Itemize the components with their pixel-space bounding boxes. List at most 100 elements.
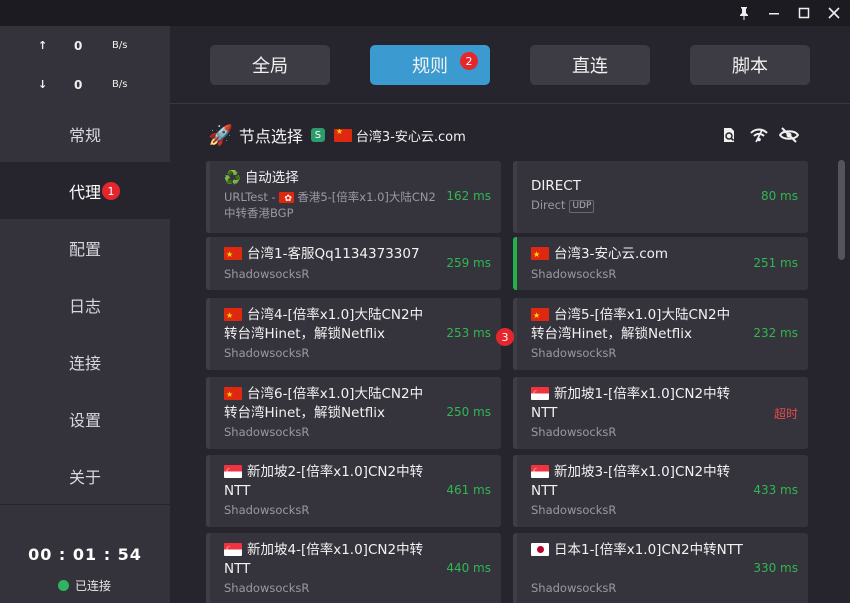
mode-direct-button[interactable]: 直连 [530, 45, 650, 85]
proxy-type: ShadowsocksR [531, 581, 617, 595]
proxy-latency[interactable]: 461 ms [446, 483, 491, 497]
proxy-latency[interactable]: 232 ms [753, 326, 798, 340]
proxy-type: ShadowsocksR [224, 346, 310, 360]
mode-script-button[interactable]: 脚本 [690, 45, 810, 85]
proxy-type: ShadowsocksR [224, 581, 310, 595]
proxy-type: ShadowsocksR [531, 346, 617, 360]
singapore-flag-icon [531, 386, 549, 400]
sidebar-item-label: 配置 [68, 239, 101, 259]
proxy-name-row: 新加坡1-[倍率x1.0]CN2中转NTT [531, 385, 743, 423]
maximize-icon[interactable] [789, 0, 819, 26]
wifi-icon[interactable] [748, 124, 770, 146]
proxy-card[interactable]: 新加坡2-[倍率x1.0]CN2中转NTT ShadowsocksR 461 m… [206, 455, 501, 527]
download-value: 0 [74, 78, 83, 92]
proxy-card[interactable]: 台湾1-客服Qq1134373307 ShadowsocksR 259 ms [206, 237, 501, 290]
proxy-name-row: 新加坡2-[倍率x1.0]CN2中转NTT [224, 463, 436, 501]
proxy-name: 日本1-[倍率x1.0]CN2中转NTT [554, 542, 743, 558]
sidebar-nav: 常规 代理 1 配置 日志 连接 设置 关于 [0, 105, 170, 504]
hide-icon[interactable] [778, 124, 800, 146]
sidebar-item-proxies[interactable]: 代理 1 [0, 162, 170, 219]
proxy-name: 台湾6-[倍率x1.0]大陆CN2中转台湾Hinet，解锁Netflix [224, 386, 424, 421]
proxy-latency[interactable]: 253 ms [446, 326, 491, 340]
proxy-type: ShadowsocksR [531, 425, 617, 439]
mode-rule-button[interactable]: 规则 2 [370, 45, 490, 85]
notification-badge: 2 [460, 52, 478, 70]
proxy-latency[interactable]: 330 ms [753, 561, 798, 575]
group-title: 节点选择 [238, 127, 303, 146]
proxy-latency[interactable]: 162 ms [446, 189, 491, 203]
china-flag-icon [224, 246, 242, 260]
china-flag-icon [224, 386, 242, 400]
proxy-card[interactable]: 日本1-[倍率x1.0]CN2中转NTT ShadowsocksR 330 ms [513, 533, 808, 603]
rocket-icon: 🚀 [208, 123, 233, 147]
pin-icon[interactable] [729, 0, 759, 26]
proxy-latency[interactable]: 250 ms [446, 405, 491, 419]
proxy-card[interactable]: 台湾4-[倍率x1.0]大陆CN2中转台湾Hinet，解锁Netflix Sha… [206, 298, 501, 370]
proxy-name: DIRECT [531, 178, 581, 194]
proxy-name-row: 新加坡4-[倍率x1.0]CN2中转NTT [224, 541, 436, 579]
proxy-card-auto-select[interactable]: ♻️自动选择 URLTest - 香港5-[倍率x1.0]大陆CN2中转香港BG… [206, 161, 501, 233]
sidebar-item-profiles[interactable]: 配置 [0, 219, 170, 276]
sidebar: ↑ 0 B/s ↓ 0 B/s 常规 代理 1 配置 日志 连接 设置 关于 00… [0, 26, 170, 603]
download-unit: B/s [112, 79, 128, 90]
upload-speed: ↑ 0 B/s [0, 37, 170, 57]
sidebar-item-general[interactable]: 常规 [0, 105, 170, 162]
proxy-name: 自动选择 [244, 170, 299, 186]
proxy-latency-timeout[interactable]: 超时 [774, 405, 798, 422]
proxy-name: 新加坡4-[倍率x1.0]CN2中转NTT [224, 542, 424, 577]
sidebar-footer: 00 : 01 : 54 已连接 [0, 504, 170, 603]
sidebar-item-label: 代理 [68, 182, 101, 202]
china-flag-icon [531, 246, 549, 260]
proxy-type: URLTest - 香港5-[倍率x1.0]大陆CN2中转香港BGP [224, 189, 439, 221]
upload-value: 0 [74, 39, 83, 53]
close-icon[interactable] [819, 0, 849, 26]
minimize-icon[interactable] [759, 0, 789, 26]
proxy-name-row: 新加坡3-[倍率x1.0]CN2中转NTT [531, 463, 743, 501]
china-flag-icon [224, 307, 242, 321]
proxy-type: ShadowsocksR [531, 267, 617, 281]
proxy-latency[interactable]: 433 ms [753, 483, 798, 497]
upload-arrow-icon: ↑ [38, 39, 48, 52]
proxy-latency[interactable]: 440 ms [446, 561, 491, 575]
proxy-name: 新加坡1-[倍率x1.0]CN2中转NTT [531, 386, 731, 421]
sidebar-item-label: 设置 [68, 410, 101, 430]
proxy-name-row: 台湾1-客服Qq1134373307 [224, 245, 436, 264]
proxy-card[interactable]: 新加坡3-[倍率x1.0]CN2中转NTT ShadowsocksR 433 m… [513, 455, 808, 527]
sidebar-item-about[interactable]: 关于 [0, 447, 170, 504]
proxy-card[interactable]: 台湾6-[倍率x1.0]大陆CN2中转台湾Hinet，解锁Netflix Sha… [206, 377, 501, 449]
sidebar-item-connections[interactable]: 连接 [0, 333, 170, 390]
proxy-type: ShadowsocksR [224, 503, 310, 517]
proxy-latency[interactable]: 259 ms [446, 256, 491, 270]
proxy-card[interactable]: 新加坡1-[倍率x1.0]CN2中转NTT ShadowsocksR 超时 [513, 377, 808, 449]
mode-label: 全局 [252, 56, 288, 77]
proxy-card-direct[interactable]: DIRECT Direct UDP 80 ms [513, 161, 808, 233]
udp-tag: UDP [569, 200, 595, 213]
sidebar-item-label: 连接 [68, 353, 101, 373]
notification-badge: 3 [496, 328, 514, 346]
japan-flag-icon [531, 542, 549, 556]
scrollbar[interactable] [838, 160, 845, 260]
group-type-tag: S [310, 128, 325, 142]
proxy-latency[interactable]: 80 ms [761, 189, 798, 203]
latency-test-icon[interactable] [718, 124, 740, 146]
china-flag-icon [531, 307, 549, 321]
sidebar-item-logs[interactable]: 日志 [0, 276, 170, 333]
mode-global-button[interactable]: 全局 [210, 45, 330, 85]
upload-unit: B/s [112, 40, 128, 51]
proxy-latency[interactable]: 251 ms [753, 256, 798, 270]
title-bar [0, 0, 850, 26]
proxy-name-row: 日本1-[倍率x1.0]CN2中转NTT [531, 541, 743, 560]
status-dot-icon [58, 580, 69, 591]
proxy-card-selected[interactable]: 台湾3-安心云.com ShadowsocksR 251 ms [513, 237, 808, 290]
proxy-name-row: 台湾5-[倍率x1.0]大陆CN2中转台湾Hinet，解锁Netflix [531, 306, 743, 344]
proxy-card[interactable]: 台湾5-[倍率x1.0]大陆CN2中转台湾Hinet，解锁Netflix Sha… [513, 298, 808, 370]
sidebar-item-settings[interactable]: 设置 [0, 390, 170, 447]
proxy-card[interactable]: 新加坡4-[倍率x1.0]CN2中转NTT ShadowsocksR 440 m… [206, 533, 501, 603]
mode-label: 规则 [412, 56, 448, 77]
proxy-group-header[interactable]: 🚀 节点选择 S 台湾3-安心云.com [208, 122, 466, 148]
connection-status: 已连接 [58, 577, 111, 594]
proxy-name: 新加坡2-[倍率x1.0]CN2中转NTT [224, 464, 424, 499]
mode-bar: 全局 规则 2 直连 脚本 [170, 26, 850, 104]
proxy-name: 台湾5-[倍率x1.0]大陆CN2中转台湾Hinet，解锁Netflix [531, 307, 731, 342]
singapore-flag-icon [224, 542, 242, 556]
